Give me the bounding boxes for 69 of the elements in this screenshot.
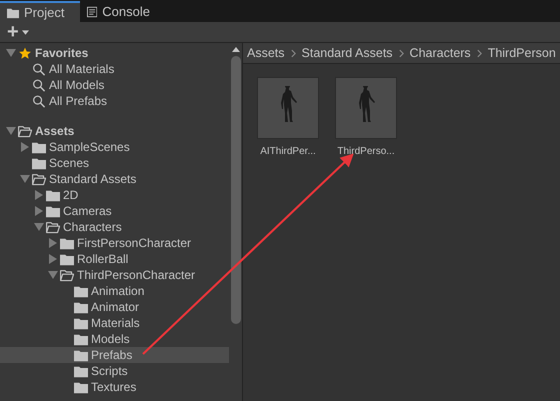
create-button[interactable]: + <box>5 23 31 41</box>
tree-item[interactable]: Animation <box>0 283 229 299</box>
tree-item[interactable]: Animator <box>0 299 229 315</box>
breadcrumb-link[interactable]: Assets <box>247 46 285 60</box>
expanded-arrow-icon[interactable] <box>6 49 16 57</box>
caret-icon <box>22 30 29 34</box>
tree-item[interactable]: Models <box>0 331 229 347</box>
open-folder-icon <box>32 172 46 186</box>
search-icon <box>32 62 46 76</box>
folder-icon <box>46 204 60 218</box>
folder-icon <box>74 380 88 394</box>
folder-icon <box>60 236 74 250</box>
collapsed-arrow-icon[interactable] <box>35 206 43 216</box>
panel-tab[interactable]: Console <box>80 1 160 22</box>
folder-icon <box>74 300 88 314</box>
model-thumbnail[interactable] <box>335 77 397 139</box>
chevron-icon <box>398 48 404 58</box>
expanded-arrow-icon[interactable] <box>6 127 16 135</box>
collapsed-arrow-icon[interactable] <box>35 190 43 200</box>
tree-item[interactable]: Textures <box>0 379 229 395</box>
asset-name: ThirdPerso... <box>337 146 395 157</box>
open-folder-icon <box>46 220 60 234</box>
expanded-arrow-icon[interactable] <box>34 223 44 231</box>
chevron-icon <box>476 48 482 58</box>
breadcrumb-link[interactable]: ThirdPerson <box>488 46 556 60</box>
folder-icon <box>32 156 46 170</box>
asset-name: AIThirdPer... <box>260 146 316 157</box>
breadcrumb-link[interactable]: Standard Assets <box>302 46 393 60</box>
collapsed-arrow-icon[interactable] <box>49 238 57 248</box>
chevron-icon <box>290 48 296 58</box>
tree-item[interactable]: Cameras <box>0 203 229 219</box>
tree-item[interactable]: Prefabs <box>0 347 229 363</box>
star-icon <box>18 46 32 60</box>
tree-item[interactable]: 2D <box>0 187 229 203</box>
open-folder-icon <box>60 268 74 282</box>
tree-item[interactable]: Materials <box>0 315 229 331</box>
scroll-up-arrow-icon[interactable] <box>232 47 240 52</box>
tree-item[interactable]: Characters <box>0 219 229 235</box>
tree-item[interactable]: Favorites <box>0 45 229 61</box>
model-thumbnail[interactable] <box>257 77 319 139</box>
search-icon <box>32 94 46 108</box>
folder-icon <box>74 284 88 298</box>
tree-item[interactable]: ThirdPersonCharacter <box>0 267 229 283</box>
tree-item[interactable]: Assets <box>0 123 229 139</box>
expanded-arrow-icon[interactable] <box>20 175 30 183</box>
folder-icon <box>74 316 88 330</box>
folder-icon <box>7 6 19 18</box>
tree-item[interactable]: RollerBall <box>0 251 229 267</box>
expanded-arrow-icon[interactable] <box>48 271 58 279</box>
folder-icon <box>32 140 46 154</box>
search-icon <box>32 78 46 92</box>
folder-icon <box>60 252 74 266</box>
folder-icon <box>74 348 88 362</box>
panel-tab[interactable]: Project <box>0 1 80 22</box>
breadcrumb-link[interactable]: Characters <box>410 46 471 60</box>
folder-icon <box>46 188 60 202</box>
tree-item[interactable]: Scenes <box>0 155 229 171</box>
tree-item[interactable]: All Prefabs <box>0 93 229 109</box>
collapsed-arrow-icon[interactable] <box>21 142 29 152</box>
console-icon <box>87 6 98 18</box>
tree-item[interactable]: All Materials <box>0 61 229 77</box>
tree-item[interactable]: All Models <box>0 77 229 93</box>
collapsed-arrow-icon[interactable] <box>49 254 57 264</box>
tree-item[interactable]: SampleScenes <box>0 139 229 155</box>
scrollbar[interactable] <box>229 43 243 401</box>
tree-item[interactable]: FirstPersonCharacter <box>0 235 229 251</box>
tree-item[interactable]: Scripts <box>0 363 229 379</box>
tree-item[interactable]: Standard Assets <box>0 171 229 187</box>
open-folder-icon <box>18 124 32 138</box>
